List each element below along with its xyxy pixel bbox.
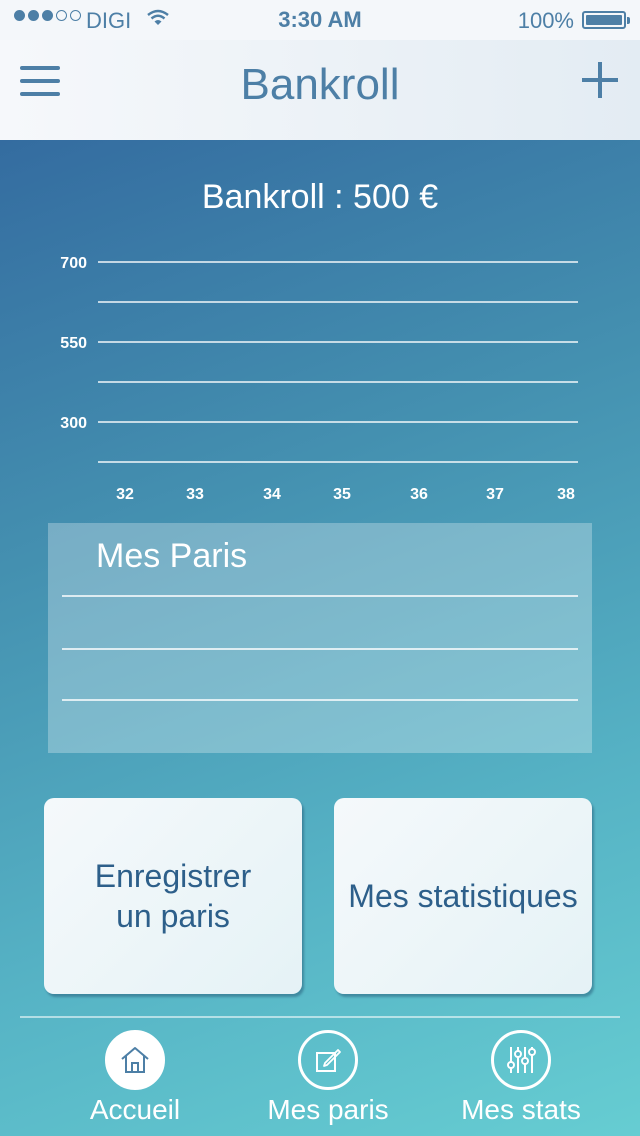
battery-percentage: 100%	[517, 8, 574, 33]
bankroll-chart-svg: 700 550 300 32 33 34 35 36 37 38	[60, 255, 578, 503]
mes-statistiques-button[interactable]: Mes statistiques	[334, 798, 592, 994]
y-tick-label: 550	[60, 335, 87, 352]
page-title: Bankroll	[240, 60, 400, 109]
mes-paris-panel[interactable]: Mes Paris	[48, 523, 592, 753]
tab-mes-paris[interactable]: Mes paris	[228, 1028, 428, 1136]
mes-paris-row-divider	[62, 699, 578, 701]
x-tick-label: 38	[557, 486, 575, 503]
navigation-bar: Bankroll	[0, 40, 640, 140]
add-button[interactable]	[582, 62, 618, 98]
bankroll-total-label: Bankroll : 500 €	[201, 178, 439, 216]
mes-paris-row-divider	[62, 595, 578, 597]
tab-accueil[interactable]: Accueil	[35, 1028, 235, 1136]
tab-bar-divider	[20, 1016, 620, 1018]
x-tick-label: 36	[410, 486, 428, 503]
y-tick-label: 300	[60, 415, 87, 432]
tab-mes-stats-label: Mes stats	[461, 1094, 581, 1125]
battery-icon	[582, 11, 630, 29]
mes-paris-row-divider	[62, 648, 578, 650]
x-tick-label: 33	[186, 486, 204, 503]
sliders-icon	[491, 1030, 551, 1090]
tab-mes-stats[interactable]: Mes stats	[421, 1028, 621, 1136]
y-tick-label: 700	[60, 255, 87, 272]
mes-paris-title: Mes Paris	[96, 537, 248, 575]
x-tick-label: 34	[263, 486, 281, 503]
mes-statistiques-label: Mes statistiques	[348, 878, 578, 914]
x-tick-label: 32	[116, 486, 134, 503]
x-tick-label: 35	[333, 486, 351, 503]
enregistrer-paris-label-line1: Enregistrer	[94, 858, 252, 894]
home-icon	[105, 1030, 165, 1090]
enregistrer-paris-label-line2: un paris	[116, 898, 230, 934]
status-bar: DIGI 3:30 AM 100%	[0, 0, 640, 40]
enregistrer-paris-button[interactable]: Enregistrer un paris	[44, 798, 302, 994]
tab-accueil-label: Accueil	[89, 1094, 181, 1125]
bankroll-chart: 700 550 300 32 33 34 35 36 37 38	[0, 240, 640, 520]
tab-mes-paris-label: Mes paris	[267, 1094, 389, 1125]
x-tick-label: 37	[486, 486, 504, 503]
edit-icon	[298, 1030, 358, 1090]
